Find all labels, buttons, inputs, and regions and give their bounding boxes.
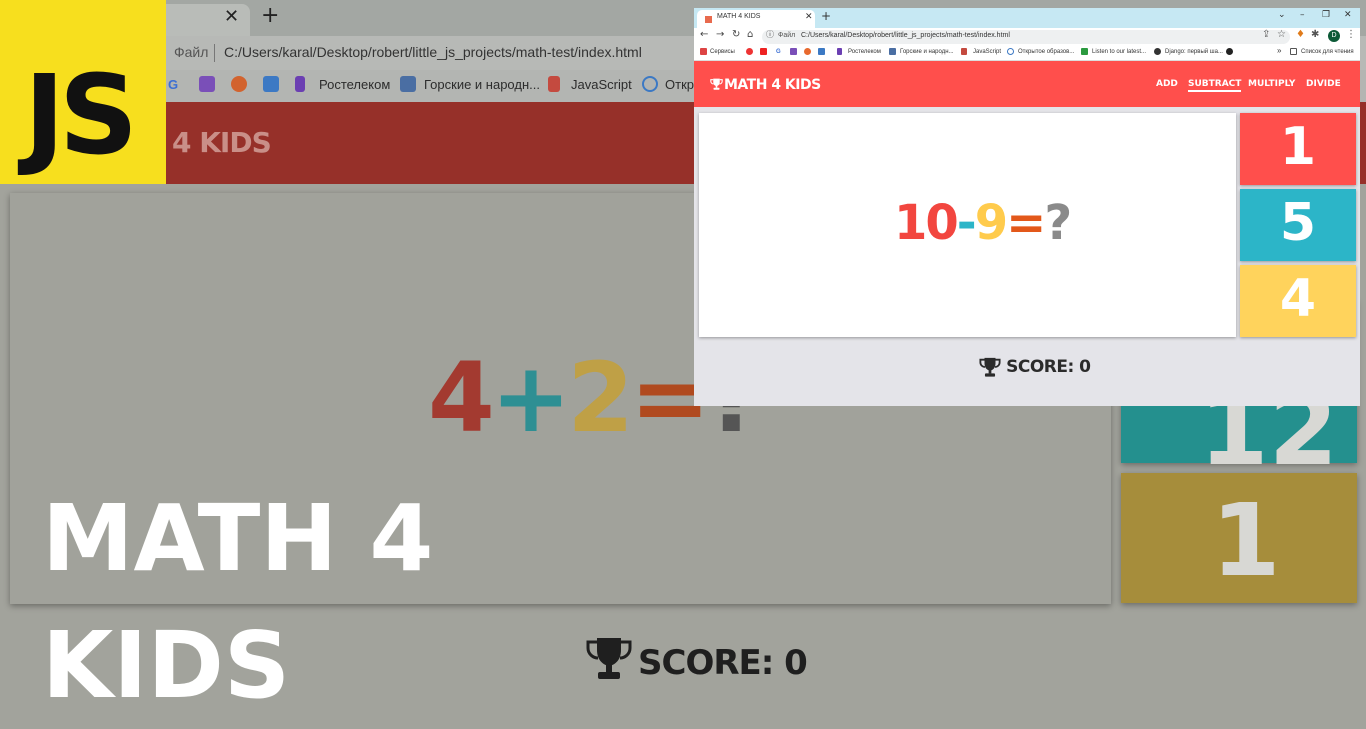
share-icon[interactable]: ⇪	[1262, 30, 1270, 40]
bookmark-rostelecom[interactable]: Ростелеком	[848, 49, 881, 55]
bg-choice-yellow-label: 1	[1211, 482, 1281, 599]
rostelecom-icon[interactable]	[837, 48, 842, 55]
javascript-bookmark-icon[interactable]	[961, 48, 967, 55]
bg-eq-second-number: 2	[567, 342, 634, 454]
nav-multiply[interactable]: MULTIPLY	[1248, 79, 1295, 89]
bookmark-services[interactable]: Сервисы	[710, 49, 735, 55]
apps-icon[interactable]	[700, 48, 707, 55]
bg-rostelecom-icon[interactable]	[295, 76, 305, 92]
restore-icon[interactable]: ❐	[1322, 11, 1330, 20]
score-label: SCORE: 0	[1006, 357, 1091, 377]
choice-button-1[interactable]: 1	[1240, 113, 1356, 185]
extensions-puzzle-icon[interactable]: ✱	[1311, 30, 1319, 40]
bg-mail-icon[interactable]	[263, 76, 279, 92]
back-icon[interactable]: ←	[700, 30, 708, 40]
eq-operator: -	[956, 195, 977, 251]
bookmark-orange-icon[interactable]	[804, 48, 811, 55]
bookmark-google[interactable]: G	[776, 49, 781, 55]
bookmark-open-edu[interactable]: Открытое образов...	[1018, 49, 1074, 55]
nav-add[interactable]: ADD	[1156, 79, 1178, 89]
browser-window: MATH 4 KIDS ✕ + ⌄ – ❐ ✕ ← → ↻ ⌂ ⓘ Файл C…	[694, 8, 1360, 406]
bookmark-reading-list[interactable]: Список для чтения	[1301, 49, 1354, 55]
tab-search-icon[interactable]: ⌄	[1278, 11, 1286, 20]
home-icon[interactable]: ⌂	[747, 30, 753, 40]
bg-trophy-icon	[586, 638, 632, 679]
tab-math-4-kids[interactable]: MATH 4 KIDS ✕	[697, 10, 815, 28]
bg-address-url[interactable]: C:/Users/karal/Desktop/robert/little_js_…	[224, 44, 642, 60]
close-window-icon[interactable]: ✕	[1344, 11, 1352, 20]
bg-eq-operator: +	[490, 342, 571, 454]
reload-icon[interactable]: ↻	[732, 30, 740, 40]
bg-address-divider	[214, 44, 215, 62]
eq-second-number: 9	[974, 195, 1008, 251]
bg-library-icon[interactable]	[400, 76, 416, 92]
bg-new-tab-icon[interactable]: +	[261, 3, 279, 28]
library-icon[interactable]	[889, 48, 896, 55]
eq-first-number: 10	[894, 195, 959, 251]
menu-kebab-icon[interactable]: ⋮	[1346, 30, 1356, 40]
js-logo: JS	[0, 0, 166, 184]
bg-eq-first-number: 4	[428, 342, 495, 454]
logo-trophy-icon	[710, 78, 723, 90]
score-display: SCORE: 0	[979, 356, 1091, 378]
mail-icon[interactable]	[818, 48, 825, 55]
bg-bookmark-google[interactable]: G	[168, 77, 178, 92]
bg-choice-yellow[interactable]: 1	[1121, 473, 1357, 603]
bookmark-listen[interactable]: Listen to our latest...	[1092, 49, 1146, 55]
bg-app-logo: 4 KIDS	[172, 126, 272, 159]
tab-favicon-icon	[705, 16, 712, 23]
js-logo-text: JS	[24, 51, 138, 179]
choice-3-label: 4	[1279, 269, 1317, 329]
bg-bookmark-open[interactable]: Откр	[665, 77, 694, 92]
bg-address-prefix: Файл	[174, 44, 209, 60]
new-tab-icon[interactable]: +	[821, 10, 831, 22]
trophy-icon	[979, 357, 1001, 377]
app-logo[interactable]: MATH 4 KIDS	[710, 77, 821, 93]
info-icon[interactable]: ⓘ	[766, 31, 774, 39]
overlay-title-line2: KIDS	[42, 612, 291, 719]
choice-2-label: 5	[1279, 193, 1317, 253]
bg-bookmark-rostelecom[interactable]: Ростелеком	[319, 77, 390, 92]
twitch-icon[interactable]	[790, 48, 797, 55]
open-edu-icon[interactable]	[1007, 48, 1014, 55]
address-prefix: Файл	[778, 32, 796, 39]
bg-twitch-icon[interactable]	[199, 76, 215, 92]
extension-icon[interactable]: ♦	[1296, 30, 1305, 40]
opera-icon[interactable]	[746, 48, 753, 55]
nav-divide[interactable]: DIVIDE	[1306, 79, 1341, 89]
profile-avatar[interactable]: D	[1328, 30, 1340, 42]
equation-card: 10-9=?	[699, 113, 1236, 337]
reading-list-icon[interactable]	[1290, 48, 1297, 55]
nav-subtract[interactable]: SUBTRACT	[1188, 79, 1242, 92]
app-logo-text: MATH 4 KIDS	[724, 77, 821, 93]
youtube-icon[interactable]	[760, 48, 767, 55]
bg-javascript-icon[interactable]	[548, 76, 560, 92]
choice-button-2[interactable]: 5	[1240, 189, 1356, 261]
choice-1-label: 1	[1279, 117, 1317, 177]
bg-bookmark-gorskie[interactable]: Горские и народн...	[424, 77, 540, 92]
tab-title: MATH 4 KIDS	[717, 13, 761, 20]
bookmark-javascript[interactable]: JavaScript	[973, 49, 1001, 55]
more-bookmarks-icon[interactable]: »	[1277, 47, 1281, 55]
bg-open-edu-icon[interactable]	[642, 76, 658, 92]
overlay-title-line1: MATH 4	[42, 485, 434, 592]
address-url[interactable]: C:/Users/karal/Desktop/robert/little_js_…	[801, 32, 1010, 39]
eq-question: ?	[1044, 195, 1072, 251]
bg-score-label: SCORE: 0	[638, 643, 808, 683]
django-icon[interactable]	[1154, 48, 1161, 55]
bookmark-django[interactable]: Django: первый ша...	[1165, 49, 1223, 55]
bookmark-gorskie[interactable]: Горские и народн...	[900, 49, 954, 55]
eq-equals: =	[1006, 195, 1046, 251]
tab-close-icon[interactable]: ✕	[805, 12, 813, 22]
bg-tab-close-icon[interactable]: ✕	[224, 6, 239, 27]
equation: 10-9=?	[894, 199, 1072, 247]
listen-icon[interactable]	[1081, 48, 1088, 55]
bookmark-star-icon[interactable]: ☆	[1277, 30, 1286, 40]
bg-bookmark-javascript[interactable]: JavaScript	[571, 77, 632, 92]
bg-bookmark-icon[interactable]	[231, 76, 247, 92]
github-icon[interactable]	[1226, 48, 1233, 55]
forward-icon[interactable]: →	[716, 30, 724, 40]
minimize-icon[interactable]: –	[1300, 11, 1305, 20]
choice-button-3[interactable]: 4	[1240, 265, 1356, 337]
